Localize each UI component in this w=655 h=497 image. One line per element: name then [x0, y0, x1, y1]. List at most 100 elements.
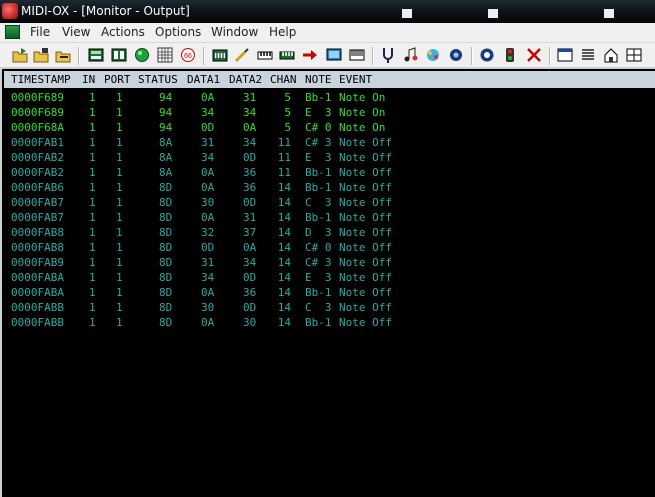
toolbar: 66 [0, 43, 655, 67]
col-status: STATUS [138, 73, 178, 86]
cell-timestamp: 0000FAB9 [11, 256, 64, 269]
controller-icon[interactable] [279, 47, 295, 63]
toolbar-separator [471, 47, 473, 65]
cell-note: E 3 [305, 271, 332, 284]
color-icon[interactable] [425, 47, 441, 63]
document-icon[interactable] [5, 25, 20, 39]
tuning-fork-icon[interactable] [380, 47, 396, 63]
cell-port: 1 [116, 151, 123, 164]
menu-help[interactable]: Help [269, 25, 296, 39]
cell-note: Bb-1 [305, 166, 332, 179]
options-icon[interactable] [111, 47, 127, 63]
window-icon[interactable] [557, 47, 573, 63]
keyboard-icon[interactable] [257, 47, 273, 63]
event-row[interactable]: 0000FABB 1 1 8D 0A 30 14 Bb-1 Note Off [4, 315, 604, 330]
cell-data1: 0D [201, 241, 215, 254]
split-icon[interactable] [626, 47, 642, 63]
lines-icon[interactable] [580, 47, 596, 63]
cell-timestamp: 0000FAB2 [11, 166, 64, 179]
notes-icon[interactable] [403, 47, 419, 63]
event-row[interactable]: 0000F689 1 1 94 34 34 5 E 3 Note On [4, 105, 604, 120]
menu-options[interactable]: Options [155, 25, 201, 39]
cell-event: Note Off [339, 316, 392, 329]
cell-event: Note Off [339, 256, 392, 269]
event-row[interactable]: 0000FAB1 1 1 8A 31 34 11 C# 3 Note Off [4, 135, 604, 150]
event-row[interactable]: 0000FAB9 1 1 8D 31 34 14 C# 3 Note Off [4, 255, 604, 270]
cell-timestamp: 0000FAB8 [11, 241, 64, 254]
close-icon[interactable] [526, 47, 542, 63]
cell-in: 1 [89, 166, 96, 179]
cell-event: Note Off [339, 286, 392, 299]
cell-chan: 14 [277, 181, 291, 194]
cell-port: 1 [116, 121, 123, 134]
cell-port: 1 [116, 211, 123, 224]
cell-port: 1 [116, 286, 123, 299]
title-bar: MIDI-OX - [Monitor - Output] [0, 0, 655, 23]
event-row[interactable]: 0000FAB8 1 1 8D 0D 0A 14 C# 0 Note Off [4, 240, 604, 255]
instrument-icon[interactable] [212, 47, 228, 63]
cell-data1: 0A [201, 316, 215, 329]
stop-icon[interactable] [479, 47, 495, 63]
menu-window[interactable]: Window [211, 25, 258, 39]
cell-in: 1 [89, 106, 96, 119]
event-row[interactable]: 0000FAB2 1 1 8A 34 0D 11 E 3 Note Off [4, 150, 604, 165]
event-row[interactable]: 0000FABA 1 1 8D 34 0D 14 E 3 Note Off [4, 270, 604, 285]
col-data1: DATA1 [187, 73, 221, 86]
save-icon[interactable] [33, 47, 49, 63]
cell-timestamp: 0000F689 [11, 106, 64, 119]
cell-port: 1 [116, 226, 123, 239]
open-icon[interactable] [12, 47, 28, 63]
monitor-icon[interactable] [326, 47, 342, 63]
red-arrow-icon[interactable] [302, 47, 318, 63]
cell-chan: 11 [277, 166, 291, 179]
cell-note: C# 0 [305, 241, 332, 254]
grid-icon[interactable] [157, 47, 173, 63]
menu-view[interactable]: View [62, 25, 90, 39]
svg-text:66: 66 [184, 53, 192, 60]
event-row[interactable]: 0000FAB7 1 1 8D 0A 31 14 Bb-1 Note Off [4, 210, 604, 225]
event-row[interactable]: 0000F689 1 1 94 0A 31 5 Bb-1 Note On [4, 90, 604, 105]
dot-icon[interactable] [448, 47, 464, 63]
save-as-icon[interactable] [55, 47, 71, 63]
event-row[interactable]: 0000FABA 1 1 8D 0A 36 14 Bb-1 Note Off [4, 285, 604, 300]
col-data2: DATA2 [229, 73, 263, 86]
sysex-icon[interactable]: 66 [180, 47, 196, 63]
cell-data2: 0D [243, 301, 257, 314]
cell-note: C 3 [305, 301, 332, 314]
traffic-light-icon[interactable] [502, 47, 518, 63]
menu-actions[interactable]: Actions [101, 25, 145, 39]
cell-in: 1 [89, 301, 96, 314]
cell-port: 1 [116, 301, 123, 314]
event-row[interactable]: 0000FAB7 1 1 8D 30 0D 14 C 3 Note Off [4, 195, 604, 210]
cell-in: 1 [89, 316, 96, 329]
keyboard-brush-icon[interactable] [234, 47, 250, 63]
cell-event: Note Off [339, 241, 392, 254]
cell-chan: 14 [277, 211, 291, 224]
cell-event: Note Off [339, 226, 392, 239]
event-row[interactable]: 0000F68A 1 1 94 0D 0A 5 C# 0 Note On [4, 120, 604, 135]
cell-in: 1 [89, 286, 96, 299]
col-timestamp: TIMESTAMP [11, 73, 71, 86]
midi-ox-app-icon[interactable] [2, 3, 18, 19]
event-row[interactable]: 0000FAB8 1 1 8D 32 37 14 D 3 Note Off [4, 225, 604, 240]
cell-timestamp: 0000FAB6 [11, 181, 64, 194]
green-ball-icon[interactable] [134, 47, 150, 63]
cell-data1: 34 [201, 106, 215, 119]
menu-file[interactable]: File [30, 25, 50, 39]
cell-in: 1 [89, 151, 96, 164]
cell-chan: 11 [277, 136, 291, 149]
cell-in: 1 [89, 181, 96, 194]
cell-event: Note Off [339, 196, 392, 209]
cell-in: 1 [89, 136, 96, 149]
cell-event: Note Off [339, 136, 392, 149]
monitor-output-pane[interactable]: TIMESTAMP IN PORT STATUS DATA1 DATA2 CHA… [0, 67, 655, 497]
cell-note: E 3 [305, 151, 332, 164]
keys-icon[interactable] [349, 47, 365, 63]
cell-port: 1 [116, 241, 123, 254]
event-row[interactable]: 0000FAB6 1 1 8D 0A 36 14 Bb-1 Note Off [4, 180, 604, 195]
event-row[interactable]: 0000FAB2 1 1 8A 0A 36 11 Bb-1 Note Off [4, 165, 604, 180]
piano-roll-icon[interactable] [88, 47, 104, 63]
event-row[interactable]: 0000FABB 1 1 8D 30 0D 14 C 3 Note Off [4, 300, 604, 315]
house-icon[interactable] [603, 47, 619, 63]
cell-port: 1 [116, 256, 123, 269]
